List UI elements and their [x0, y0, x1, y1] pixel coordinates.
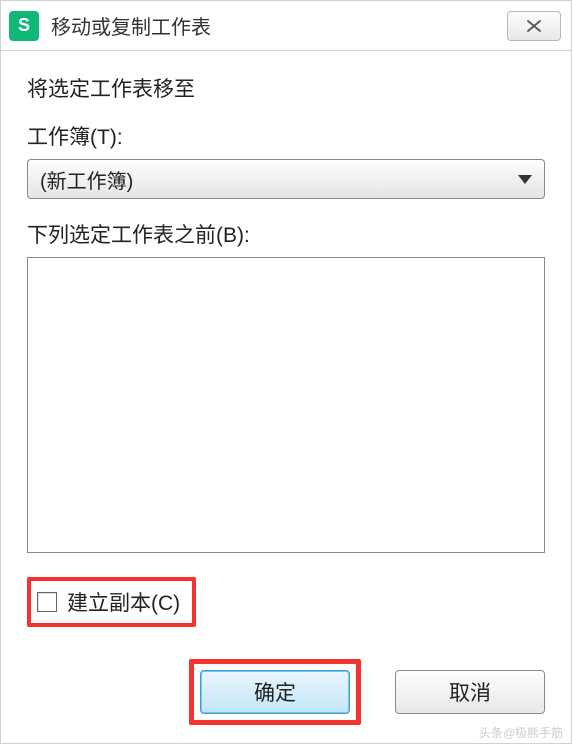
create-copy-row[interactable]: 建立副本(C)	[27, 577, 196, 627]
workbook-combobox[interactable]: (新工作簿)	[27, 159, 545, 199]
close-button[interactable]	[507, 11, 561, 41]
dialog-title: 移动或复制工作表	[51, 11, 211, 40]
app-icon-letter: S	[18, 15, 30, 36]
ok-highlight: 确定	[189, 659, 361, 725]
workbook-label: 工作簿(T):	[27, 121, 545, 151]
close-icon	[525, 19, 543, 33]
move-or-copy-dialog: S 移动或复制工作表 将选定工作表移至 工作簿(T): (新工作簿) 下列选定工…	[0, 0, 572, 744]
app-icon: S	[9, 11, 39, 41]
sheet-listbox[interactable]	[27, 257, 545, 553]
button-row: 确定 取消	[189, 659, 545, 725]
create-copy-checkbox[interactable]	[37, 592, 57, 612]
cancel-button-label: 取消	[449, 677, 491, 707]
ok-button-label: 确定	[254, 677, 296, 707]
dialog-body: 将选定工作表移至 工作簿(T): (新工作簿) 下列选定工作表之前(B): 建立…	[1, 51, 571, 627]
workbook-selected-value: (新工作簿)	[40, 165, 133, 194]
chevron-down-icon	[518, 175, 532, 184]
ok-button[interactable]: 确定	[200, 670, 350, 714]
move-to-label: 将选定工作表移至	[27, 73, 545, 103]
before-sheet-label: 下列选定工作表之前(B):	[27, 219, 545, 249]
title-bar: S 移动或复制工作表	[1, 1, 571, 51]
create-copy-label: 建立副本(C)	[67, 587, 180, 617]
watermark: 头条@极熊手筋	[479, 724, 563, 741]
cancel-button[interactable]: 取消	[395, 670, 545, 714]
